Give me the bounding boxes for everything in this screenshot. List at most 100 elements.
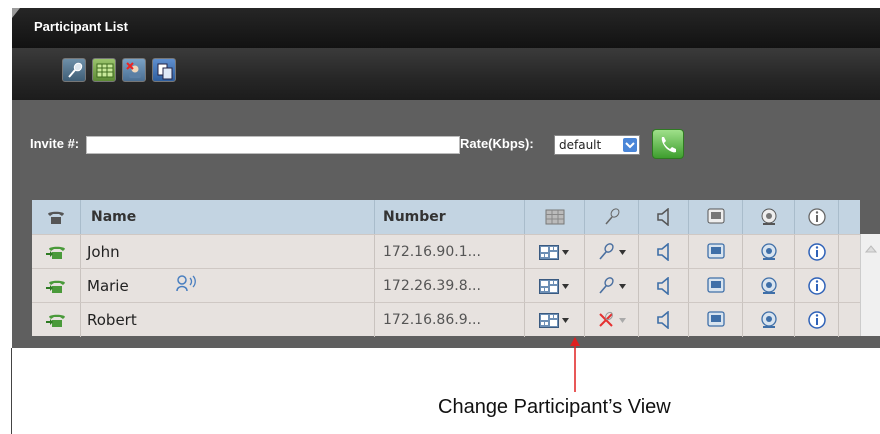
header-number[interactable]: Number [374, 200, 524, 234]
row-type [32, 303, 80, 337]
annotation-text: Change Participant’s View [438, 396, 671, 418]
vertical-scrollbar[interactable] [860, 234, 880, 336]
phone-active-icon [46, 246, 65, 259]
rate-select[interactable]: default [554, 135, 640, 155]
toolbar-mute-all-button[interactable] [62, 58, 86, 82]
row-name: John [80, 235, 374, 269]
speaker-toggle[interactable] [638, 303, 688, 337]
header-spacer [838, 200, 860, 234]
layout-dropdown[interactable] [524, 303, 584, 337]
participant-list-panel: Participant List Invite #: Rate(Kbps): d… [12, 8, 880, 348]
microphone-icon [599, 243, 614, 260]
chevron-down-icon [619, 318, 626, 323]
row-spacer [838, 303, 860, 337]
annotation-area: Change Participant’s View [0, 348, 880, 434]
screen-toggle[interactable] [688, 235, 742, 269]
header-screen [688, 200, 742, 234]
screen-icon [707, 208, 725, 224]
microphone-muted-icon [599, 311, 613, 327]
row-number: 172.26.39.8... [374, 269, 524, 303]
row-spacer [838, 269, 860, 303]
camera-toggle[interactable] [742, 235, 794, 269]
phone-active-icon [46, 280, 65, 293]
table-row[interactable]: Robert 172.16.86.9... [32, 302, 860, 337]
camera-toggle[interactable] [742, 269, 794, 303]
phone-active-icon [46, 314, 65, 327]
rate-label: Rate(Kbps): [460, 136, 534, 151]
camera-icon [761, 277, 777, 294]
invite-label: Invite #: [30, 136, 80, 151]
annotation-arrow [570, 337, 580, 392]
participant-number: 172.26.39.8... [383, 278, 481, 294]
toolbar-copy-button[interactable] [152, 58, 176, 82]
header-speaker [638, 200, 688, 234]
participant-name: John [87, 243, 120, 261]
camera-icon [761, 243, 777, 260]
camera-icon [761, 208, 777, 225]
speaker-toggle[interactable] [638, 235, 688, 269]
invite-number-input[interactable] [86, 136, 460, 154]
toolbar-layout-button[interactable] [92, 58, 116, 82]
layout-grid-icon [539, 313, 559, 328]
layout-grid-icon [539, 279, 559, 294]
layout-dropdown[interactable] [524, 269, 584, 303]
row-type [32, 269, 80, 303]
panel-title: Participant List [34, 19, 128, 34]
speaker-icon [657, 243, 669, 261]
layout-dropdown[interactable] [524, 235, 584, 269]
chevron-down-icon [619, 250, 626, 255]
row-name: Marie [80, 269, 374, 303]
info-button[interactable] [794, 269, 838, 303]
camera-toggle[interactable] [742, 303, 794, 337]
row-name: Robert [80, 303, 374, 337]
row-number: 172.16.90.1... [374, 235, 524, 269]
info-button[interactable] [794, 303, 838, 337]
chevron-down-icon [623, 138, 637, 152]
layout-grid-icon [545, 209, 565, 225]
camera-icon [761, 311, 777, 328]
mic-dropdown[interactable] [584, 303, 638, 337]
speaker-icon [657, 208, 669, 226]
speaker-icon [657, 311, 669, 329]
table-row[interactable]: John 172.16.90.1... [32, 234, 860, 269]
header-camera [742, 200, 794, 234]
header-info [794, 200, 838, 234]
phone-call-icon [661, 137, 676, 153]
layout-grid-icon [96, 63, 114, 78]
screen-icon [707, 277, 725, 293]
toolbar-remove-button[interactable] [122, 58, 146, 82]
header-name[interactable]: Name [80, 200, 374, 234]
speaker-toggle[interactable] [638, 269, 688, 303]
table-header: Name Number [32, 200, 860, 234]
screen-toggle[interactable] [688, 269, 742, 303]
participant-name: Marie [87, 277, 129, 295]
info-icon [808, 277, 826, 295]
microphone-icon [68, 62, 83, 78]
info-icon [808, 311, 826, 329]
row-number: 172.16.86.9... [374, 303, 524, 337]
layout-grid-icon [539, 245, 559, 260]
info-icon [808, 208, 826, 226]
table-row[interactable]: Marie 172.26.39.8... [32, 268, 860, 303]
panel-titlebar: Participant List [12, 8, 880, 48]
mic-dropdown[interactable] [584, 269, 638, 303]
corner-tab [12, 8, 20, 18]
mic-dropdown[interactable] [584, 235, 638, 269]
call-button[interactable] [652, 129, 684, 159]
info-button[interactable] [794, 235, 838, 269]
chevron-down-icon [562, 250, 569, 255]
chevron-down-icon [562, 284, 569, 289]
header-type [32, 200, 80, 234]
toolbar [12, 48, 880, 100]
speaking-indicator-icon [176, 275, 196, 292]
scroll-up-icon[interactable] [865, 244, 877, 254]
row-spacer [838, 235, 860, 269]
header-layout [524, 200, 584, 234]
screen-toggle[interactable] [688, 303, 742, 337]
microphone-icon [599, 277, 614, 294]
info-icon [808, 243, 826, 261]
header-number-label: Number [383, 209, 446, 225]
screen-icon [707, 311, 725, 327]
chevron-down-icon [619, 284, 626, 289]
invite-row: Invite #: Rate(Kbps): default [12, 128, 880, 159]
